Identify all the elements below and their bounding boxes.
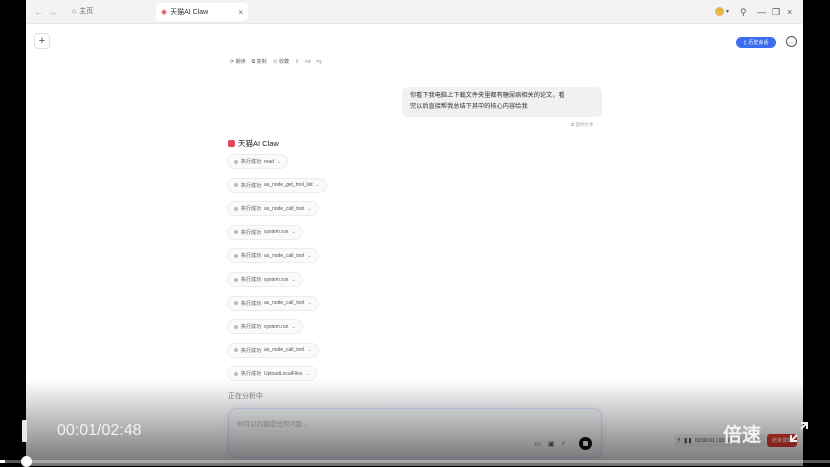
new-chat-button[interactable]: +	[34, 33, 50, 49]
tool-step[interactable]: 执行成功 as_node_call_tool ⌄	[227, 201, 319, 217]
message-toolbar: ⟳ 朗读 ⧉ 复制 ☆ 收藏 ⇪ 👍︎ 👎︎	[230, 58, 322, 66]
assistant-header: 天猫AI Claw	[228, 138, 279, 149]
tab-favicon-icon: ◉	[161, 9, 168, 16]
input-tools: ▭ ▣ ♪	[534, 440, 565, 448]
restore-icon[interactable]: ❐	[772, 5, 780, 19]
progress-bar[interactable]	[0, 460, 830, 463]
back-icon[interactable]: ←	[34, 5, 43, 19]
chevron-down-icon: ⌄	[291, 229, 296, 236]
pin-icon[interactable]: ⚲	[740, 5, 747, 19]
avatar[interactable]	[715, 7, 724, 16]
left-letterbox	[0, 0, 26, 466]
pause-button[interactable]	[22, 420, 38, 442]
chevron-down-icon: ⌄	[277, 158, 282, 165]
chevron-down-icon: ⌄	[307, 347, 312, 354]
status-dot-icon	[234, 159, 238, 164]
drag-handle-icon[interactable]: ⠿	[677, 438, 681, 444]
tool-step[interactable]: 执行成功 as_node_get_tool_list ⌄	[227, 177, 327, 193]
tool-step[interactable]: 执行成功 system.run ⌄	[227, 224, 303, 240]
tool-step[interactable]: 执行成功 system.run ⌄	[227, 272, 303, 287]
status-dot-icon	[234, 253, 238, 258]
browser-titlebar: ← → ⌂ 主页 ◉ 天猫AI Claw × ▾ ⚲ — ❐ ×	[26, 0, 803, 24]
right-letterbox	[803, 0, 830, 466]
progress-knob[interactable]	[20, 456, 32, 467]
active-tab[interactable]: ◉ 天猫AI Claw ×	[156, 3, 248, 21]
tool-step[interactable]: 执行成功 as_node_call_tool ⌄	[227, 295, 319, 311]
book-icon: ▯	[743, 39, 747, 46]
chat-input[interactable]: 你可以向我提任何问题... ▭ ▣ ♪	[228, 408, 602, 458]
home-tab[interactable]: ⌂ 主页	[72, 5, 93, 19]
fullscreen-icon[interactable]	[789, 421, 809, 443]
pause-record-icon[interactable]: ❚❚	[684, 438, 692, 444]
stop-icon	[583, 441, 588, 446]
status-dot-icon	[234, 324, 238, 329]
close-window-icon[interactable]: ×	[787, 5, 792, 19]
chevron-down-icon: ⌄	[307, 300, 312, 307]
status-dot-icon	[234, 277, 238, 282]
speed-button[interactable]: 倍速	[723, 420, 761, 447]
progress-fill	[0, 460, 5, 463]
status-dot-icon	[234, 371, 238, 376]
status-dot-icon	[234, 206, 238, 211]
thumbs-up-icon[interactable]: 👍︎	[305, 59, 310, 65]
history-button[interactable]: ▯ 历史会话	[736, 37, 776, 48]
more-icon[interactable]: …	[786, 36, 797, 47]
share-icon[interactable]: ⇪	[295, 59, 299, 65]
chevron-down-icon: ⌄	[307, 205, 312, 212]
tool-step[interactable]: 执行成功 read ⌄	[227, 154, 289, 169]
image-icon[interactable]: ▣	[548, 440, 555, 448]
mic-icon[interactable]: ♪	[562, 440, 566, 448]
screen-content: ← → ⌂ 主页 ◉ 天猫AI Claw × ▾ ⚲ — ❐ × + ▯ 历史会…	[26, 0, 803, 466]
input-placeholder: 你可以向我提任何问题...	[237, 421, 308, 428]
read-aloud-button[interactable]: ⟳ 朗读	[230, 58, 246, 65]
forward-icon[interactable]: →	[48, 5, 57, 19]
favorite-button[interactable]: ☆ 收藏	[273, 58, 289, 65]
status-dot-icon	[234, 301, 238, 306]
tool-step[interactable]: 执行成功 as_node_call_tool ⌄	[227, 248, 319, 264]
chevron-down-icon: ⌄	[291, 323, 296, 330]
tool-step[interactable]: 执行成功 UploadLocalFiles ⌄	[227, 366, 317, 382]
playback-time: 00:01/02:48	[57, 422, 142, 439]
tool-step[interactable]: 执行成功 system.run ⌄	[227, 319, 303, 335]
chevron-down-icon[interactable]: ▾	[726, 5, 729, 19]
minimize-icon[interactable]: —	[757, 5, 766, 19]
plus-icon: +	[38, 35, 46, 47]
copy-button[interactable]: ⧉ 复制	[252, 58, 267, 65]
chevron-down-icon: ⌄	[307, 252, 312, 259]
chevron-down-icon: ⌄	[305, 370, 310, 377]
user-message: 你看下我电脑上下载文件夹里都有糖尿病相关的论文，看 完以后直接帮我总结下其中的核…	[402, 87, 602, 117]
copy-text-button[interactable]: ⧉ 复制文本	[571, 122, 593, 128]
chevron-down-icon: ⌄	[291, 276, 296, 283]
status-dot-icon	[234, 230, 238, 235]
assistant-logo-icon	[228, 140, 235, 147]
analyzing-status: 正在分析中	[228, 393, 263, 400]
thumbs-down-icon[interactable]: 👎︎	[316, 59, 321, 65]
pause-icon	[22, 420, 27, 442]
status-dot-icon	[234, 348, 238, 353]
home-icon: ⌂	[72, 8, 77, 15]
close-tab-icon[interactable]: ×	[238, 8, 243, 17]
tool-step[interactable]: 执行成功 as_node_call_tool ⌄	[227, 342, 319, 358]
folder-icon[interactable]: ▭	[534, 440, 541, 448]
stop-generation-button[interactable]	[579, 437, 592, 450]
chevron-down-icon: ⌄	[315, 182, 320, 189]
status-dot-icon	[234, 183, 238, 188]
